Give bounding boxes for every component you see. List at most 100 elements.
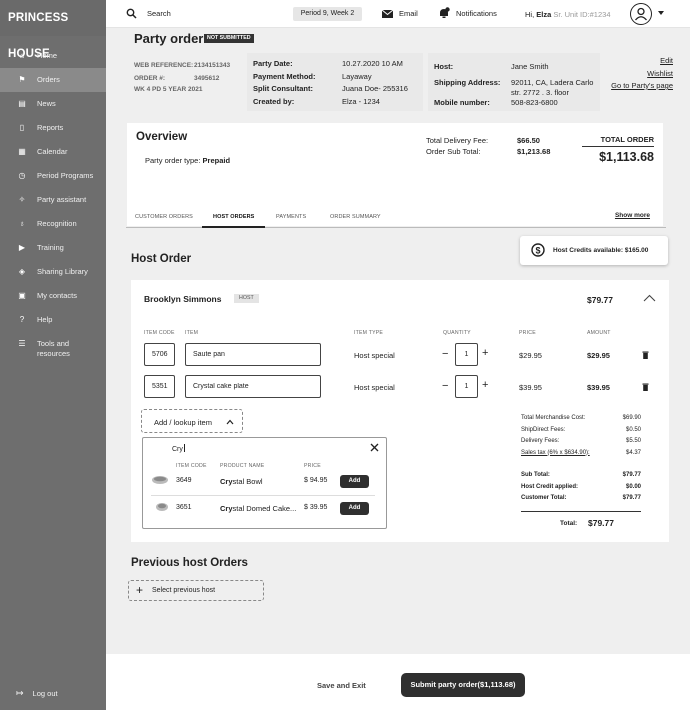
trash-icon[interactable] (642, 351, 649, 359)
logout-button[interactable]: ↦ Log out (16, 688, 58, 699)
sidebar-item-home[interactable]: ⌂ Home (0, 44, 106, 68)
order-number-value: 3495612 (194, 74, 220, 82)
sidebar-item-period-programs[interactable]: ◷ Period Programs (0, 164, 106, 188)
host-name: Brooklyn Simmons (144, 294, 222, 304)
home-icon: ⌂ (19, 51, 25, 60)
sidebar-item-my-contacts[interactable]: ▣ My contacts (0, 284, 106, 308)
quantity-increment-button[interactable]: + (482, 379, 488, 391)
trash-icon[interactable] (642, 383, 649, 391)
lookup-row-divider (151, 495, 375, 496)
chevron-up-icon (226, 419, 234, 425)
summary-total-value: $79.77 (588, 518, 614, 528)
main-content: Party order NOT SUBMITTED WEB REFERENCE:… (106, 28, 690, 710)
mobile-number-label: Mobile number: (434, 98, 490, 107)
summary-value: $69.90 (622, 415, 641, 421)
quantity-input[interactable] (455, 343, 478, 366)
item-name-input[interactable] (185, 375, 321, 398)
detail-value: Layaway (342, 71, 372, 81)
add-product-button[interactable]: Add (340, 502, 369, 515)
shipping-address-line1: 92011, CA, Ladera Carlo (511, 78, 594, 87)
summary-value: $0.50 (625, 426, 641, 433)
quantity-input[interactable] (455, 375, 478, 398)
party-order-type: Party order type: Prepaid (145, 156, 230, 165)
host-value: Jane Smith (511, 62, 549, 71)
edit-link[interactable]: Edit (611, 55, 673, 68)
sidebar-item-orders[interactable]: ⚑ Orders (0, 68, 106, 92)
sidebar-item-news[interactable]: ▤ News (0, 92, 106, 116)
tab-payments[interactable]: PAYMENTS (276, 214, 306, 220)
lookup-dropdown: Cry ITEM CODE PRODUCT NAME PRICE 3649 Cry… (142, 437, 387, 529)
delivery-values: $66.50 $1,213.68 (517, 136, 550, 157)
sidebar-item-tools-and-resources[interactable]: ☰ Tools and resources (0, 332, 106, 367)
add-product-button[interactable]: Add (340, 475, 369, 488)
wishlist-link[interactable]: Wishlist (611, 68, 673, 81)
item-code-input[interactable] (144, 343, 175, 366)
sidebar-item-calendar[interactable]: ▦ Calendar (0, 140, 106, 164)
host-tag: HOST (234, 294, 259, 303)
user-menu-chevron-down-icon[interactable] (658, 11, 664, 15)
chevron-up-icon[interactable] (643, 294, 656, 302)
delivery-labels: Total Delivery Fee: Order Sub Total: (426, 136, 488, 157)
tab-host-orders[interactable]: HOST ORDERS (213, 214, 254, 220)
detail-value: 10.27.2020 10 AM (342, 59, 403, 68)
dollar-coin-icon: $ (531, 243, 545, 257)
host-credits-card: $ Host Credits available: $165.00 (520, 236, 668, 265)
host-order-total: $79.77 (587, 295, 613, 305)
summary-label: Total Merchandise Cost: (521, 415, 586, 421)
save-and-exit-button[interactable]: Save and Exit (317, 681, 366, 690)
lookup-col-name: PRODUCT NAME (220, 463, 265, 469)
quantity-decrement-button[interactable]: − (442, 348, 448, 360)
summary-label[interactable]: Sales tax (6% x $634.90): (521, 450, 590, 456)
lookup-item-code: 3649 (176, 477, 192, 484)
tab-order-summary[interactable]: ORDER SUMMARY (330, 214, 381, 220)
clock-icon: ◷ (18, 171, 26, 180)
lookup-item-button[interactable]: Add / lookup item (141, 409, 243, 433)
delivery-fee-label: Total Delivery Fee: (426, 136, 489, 145)
close-icon[interactable] (370, 443, 379, 452)
summary-value: $79.77 (622, 495, 641, 501)
sidebar-item-training[interactable]: ▶ Training (0, 236, 106, 260)
submit-party-order-button[interactable]: Submit party order($1,113.68) (401, 673, 525, 697)
detail-label: Split Consultant: (253, 84, 313, 93)
search-input[interactable]: Search (147, 9, 171, 18)
product-name-rest: stal Domed Cake... (232, 504, 297, 513)
host-details-card: Host: Jane Smith Shipping Address: 92011… (428, 53, 600, 111)
host-order-heading: Host Order (131, 253, 192, 265)
sidebar-item-label: My contacts (37, 291, 78, 300)
notifications-button[interactable]: Notifications (438, 7, 497, 19)
item-type: Host special (354, 351, 395, 360)
sidebar-item-sharing-library[interactable]: ◈ Sharing Library (0, 260, 106, 284)
summary-row: Delivery Fees: $5.50 (521, 438, 641, 444)
item-name-input[interactable] (185, 343, 321, 366)
active-tab-indicator (202, 226, 265, 228)
news-icon: ▤ (18, 99, 26, 108)
tab-customer-orders[interactable]: CUSTOMER ORDERS (135, 214, 193, 220)
lookup-product-name: Crystal Domed Cake... (220, 504, 296, 513)
email-button[interactable]: Email (382, 9, 418, 18)
lookup-item-code: 3651 (176, 504, 192, 511)
show-more-link[interactable]: Show more (615, 212, 650, 219)
logout-icon: ↦ (16, 688, 24, 698)
item-code-input[interactable] (144, 375, 175, 398)
detail-row: Created by: Elza - 1234 (253, 96, 408, 109)
party-page-link[interactable]: Go to Party's page (611, 80, 673, 93)
sidebar: PRINCESS HOUSE ⌂ Home ⚑ Orders ▤ News ▯ Reports… (0, 0, 106, 710)
sidebar-item-label: Home (37, 51, 58, 60)
quantity-increment-button[interactable]: + (482, 347, 488, 359)
sidebar-item-help[interactable]: ? Help (0, 308, 106, 332)
summary-row: Sales tax (6% x $634.90): $4.37 (521, 450, 641, 456)
sidebar-item-party-assistant[interactable]: ✧ Party assistant (0, 188, 106, 212)
notifications-label: Notifications (456, 8, 497, 18)
quantity-decrement-button[interactable]: − (442, 380, 448, 392)
lookup-search-input[interactable]: Cry (172, 444, 185, 453)
select-previous-host-button[interactable]: + Select previous host (128, 580, 264, 601)
mobile-number-value: 508-823-6800 (511, 98, 558, 107)
period-badge: Period 9, Week 2 (293, 7, 362, 21)
lookup-query: Cry (172, 446, 183, 453)
sidebar-item-reports[interactable]: ▯ Reports (0, 116, 106, 140)
match-highlight: Cry (220, 504, 233, 513)
sidebar-item-recognition[interactable]: ♁ Recognition (0, 212, 106, 236)
avatar[interactable] (630, 3, 652, 25)
order-references: WEB REFERENCE:2134151343 ORDER #: 3495612… (134, 59, 230, 96)
search-box[interactable]: Search (126, 8, 171, 19)
